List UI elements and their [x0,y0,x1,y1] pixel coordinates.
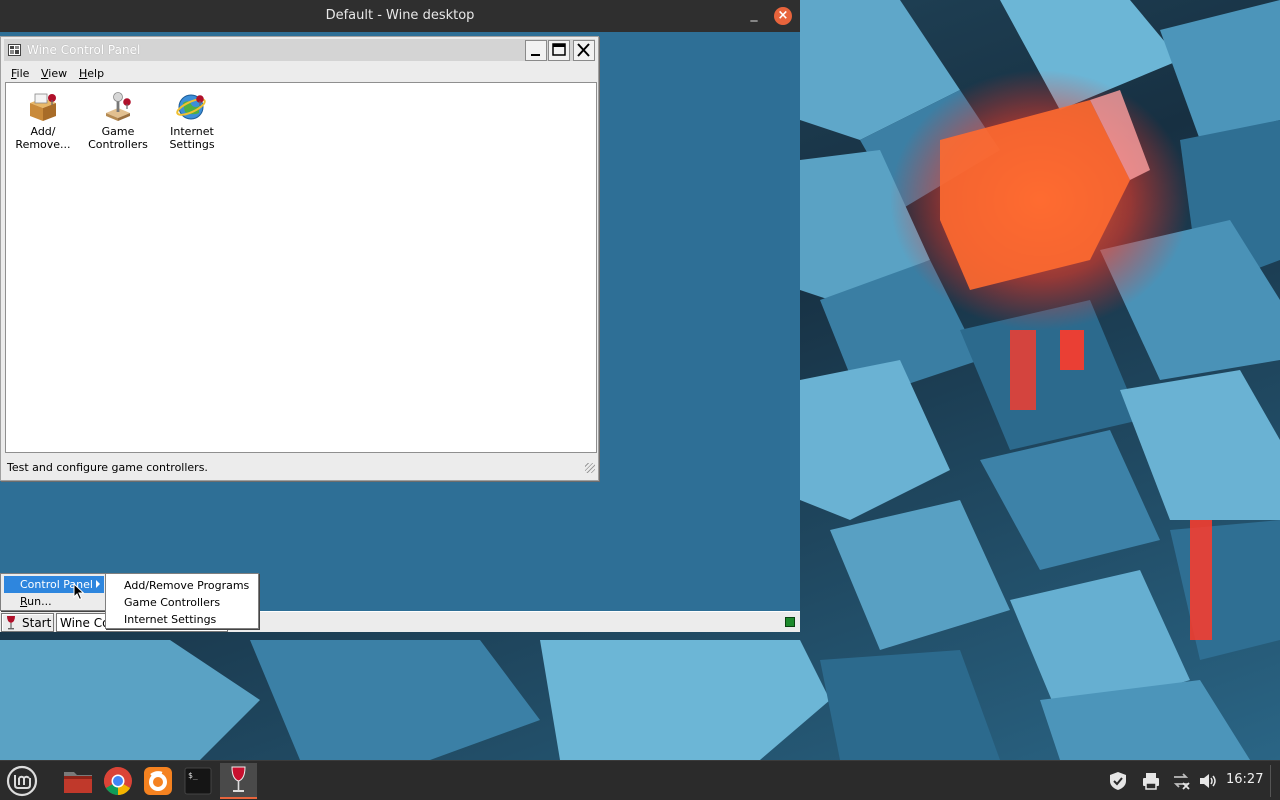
applet-game-controllers-label: Game Controllers [88,125,148,151]
minimize-icon [531,54,540,56]
minimize-button[interactable] [525,40,547,61]
add-remove-programs-icon [30,93,56,121]
start-menu: Control Panel Run... [0,573,106,611]
wine-glass-icon [7,616,15,630]
applet-add-remove-label: Add/ Remove... [15,125,71,151]
maximize-icon [552,43,566,56]
mouse-cursor-icon [73,583,85,601]
control-panel-window: Wine Control Panel File View Help Add/ R… [0,36,599,481]
menu-file[interactable]: File [11,67,29,80]
printer-icon[interactable] [1141,771,1161,791]
start-menu-item-run[interactable]: Run... [4,593,104,610]
start-button[interactable]: Start [1,613,54,632]
start-menu-item-label: Run... [20,595,52,608]
submenu-item-internet-settings[interactable]: Internet Settings [108,610,258,627]
resize-grip-icon[interactable] [585,463,595,473]
control-panel-titlebar[interactable]: Wine Control Panel [4,39,595,61]
applet-internet-settings[interactable]: Internet Settings [159,89,225,151]
start-menu-item-control-panel[interactable]: Control Panel [4,576,104,593]
taskbar-item-wine[interactable] [220,763,257,799]
close-icon [577,43,590,57]
panel-divider [1270,765,1271,797]
system-panel: $_ 16:27 [0,760,1280,800]
clock[interactable]: 16:27 [1226,772,1263,787]
terminal-icon: $_ [184,767,212,795]
mint-logo-icon [6,765,38,797]
status-bar: Test and configure game controllers. [4,457,595,477]
applet-game-controllers[interactable]: Game Controllers [85,89,151,151]
wine-glass-icon [231,766,246,792]
minimize-icon[interactable]: _ [746,7,762,24]
start-label: Start [22,616,52,630]
applet-internet-settings-label: Internet Settings [169,125,215,151]
submenu-item-label: Internet Settings [124,613,217,626]
shield-icon[interactable] [1108,771,1128,791]
submenu-item-add-remove-programs[interactable]: Add/Remove Programs [108,576,258,593]
chrome-icon [104,767,132,795]
wine-desktop-titlebar[interactable]: Default - Wine desktop _ × [0,0,800,32]
firefox-icon [144,767,172,795]
launcher-firefox[interactable] [140,763,176,799]
wine-tray-icon[interactable] [785,617,795,627]
maximize-button[interactable] [548,40,570,61]
applet-list: Add/ Remove... Game Controllers Internet… [5,82,597,453]
submenu-item-label: Game Controllers [124,596,221,609]
close-button[interactable] [573,40,595,61]
network-disconnected-icon[interactable] [1171,771,1191,791]
menu-view[interactable]: View [41,67,67,80]
joystick-icon [106,92,131,121]
volume-icon[interactable] [1198,771,1218,791]
mint-menu-button[interactable] [2,763,38,799]
control-panel-app-icon [8,44,21,56]
close-icon[interactable]: × [774,7,792,25]
control-panel-submenu: Add/Remove Programs Game Controllers Int… [105,573,259,629]
menu-help[interactable]: Help [79,67,104,80]
control-panel-title: Wine Control Panel [27,43,141,57]
menu-bar: File View Help [4,65,595,83]
launcher-terminal[interactable]: $_ [180,763,216,799]
folder-icon [64,772,92,793]
submenu-item-game-controllers[interactable]: Game Controllers [108,593,258,610]
wine-desktop-window: Default - Wine desktop _ × Wine Control … [0,0,800,632]
launcher-files[interactable] [60,763,96,799]
applet-add-remove[interactable]: Add/ Remove... [10,89,76,151]
internet-globe-icon [176,94,206,120]
svg-text:$_: $_ [188,771,198,780]
wine-desktop-title: Default - Wine desktop [325,8,475,23]
launcher-chrome[interactable] [100,763,136,799]
submenu-arrow-icon [96,580,100,588]
submenu-item-label: Add/Remove Programs [124,579,250,592]
status-text: Test and configure game controllers. [7,461,208,474]
